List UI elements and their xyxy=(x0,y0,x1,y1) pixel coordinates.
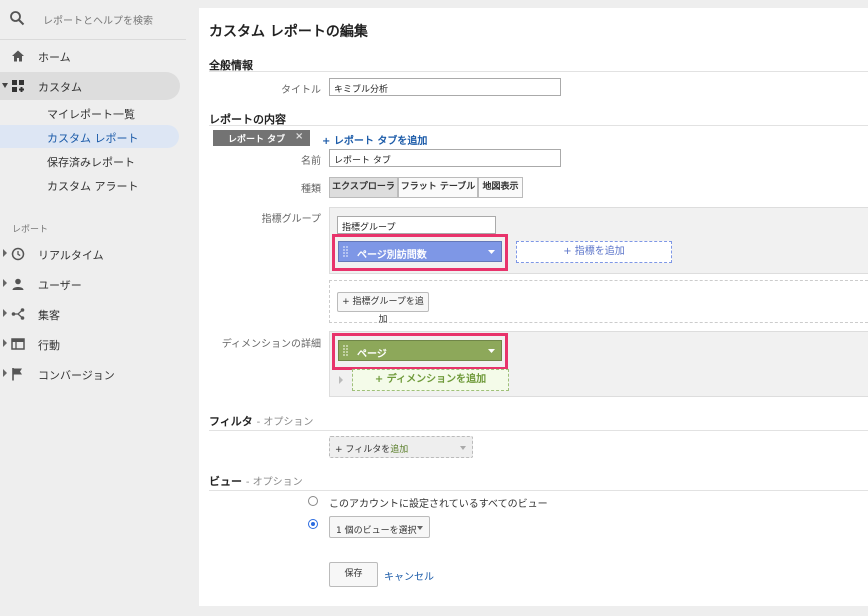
type-label: 種類 xyxy=(301,184,321,195)
type-explorer-button[interactable]: エクスプローラ xyxy=(329,177,398,198)
title-label: タイトル xyxy=(281,85,321,96)
filter-optional-note: - オプション xyxy=(256,417,314,428)
view-select-label: 1 個のビューを選択 xyxy=(336,526,417,536)
collapsed-arrow-icon xyxy=(3,249,7,257)
collapsed-arrow-icon xyxy=(3,309,7,317)
nav-acquisition[interactable]: 集客 xyxy=(0,300,180,328)
chevron-down-icon xyxy=(488,349,495,353)
main-panel: カスタム レポートの編集 全般情報 タイトル キミブル分析 レポートの内容 レポ… xyxy=(199,8,868,606)
nav-home-label: ホーム xyxy=(38,51,71,64)
metric-pill-label: ページ別訪問数 xyxy=(357,250,427,261)
search-placeholder: レポートとヘルプを検索 xyxy=(43,16,153,27)
nested-arrow-icon xyxy=(339,376,343,384)
add-filter-label: + フィルタを追加 xyxy=(335,442,408,455)
name-label: 名前 xyxy=(301,156,321,167)
nav-behavior-label: 行動 xyxy=(38,339,60,352)
dimension-label: ディメンションの詳細 xyxy=(221,339,321,350)
view-heading-label: ビュー xyxy=(209,475,242,488)
nav-realtime[interactable]: リアルタイム xyxy=(0,240,180,268)
chevron-down-icon xyxy=(488,250,495,254)
sub-item-label: マイレポート一覧 xyxy=(47,108,135,121)
page-title: カスタム レポートの編集 xyxy=(209,24,368,40)
title-input[interactable]: キミブル分析 xyxy=(329,78,561,96)
dashboard-grid-icon xyxy=(12,80,24,92)
save-button[interactable]: 保存 xyxy=(329,562,378,587)
view-optional-note: - オプション xyxy=(245,477,303,488)
acquisition-icon xyxy=(11,308,25,320)
nav-custom[interactable]: カスタム xyxy=(0,72,180,100)
divider xyxy=(209,71,868,72)
add-dimension-button[interactable]: + ディメンションを追加 xyxy=(352,369,509,391)
dimension-pill[interactable]: ページ xyxy=(338,340,502,361)
nav-behavior[interactable]: 行動 xyxy=(0,330,180,358)
add-metric-group-button[interactable]: + 指標グループを追加 xyxy=(337,292,429,325)
view-select-dropdown[interactable]: 1 個のビューを選択 xyxy=(329,516,430,538)
collapsed-arrow-icon xyxy=(3,339,7,347)
view-heading: ビュー - オプション xyxy=(209,473,303,489)
clock-icon xyxy=(11,247,25,261)
home-icon xyxy=(12,50,24,62)
dimension-panel: ページ + ディメンションを追加 xyxy=(329,331,868,397)
close-icon[interactable]: × xyxy=(295,131,303,142)
drag-handle-icon[interactable] xyxy=(343,246,348,257)
report-tab-label: レポート タブ xyxy=(228,135,286,145)
nav-conversions-label: コンバージョン xyxy=(38,369,115,382)
filter-heading: フィルタ - オプション xyxy=(209,413,313,429)
metric-pill[interactable]: ページ別訪問数 xyxy=(338,241,502,262)
person-icon xyxy=(12,278,24,290)
search-bar[interactable]: レポートとヘルプを検索 xyxy=(0,0,186,40)
reports-section-title: レポート xyxy=(12,225,49,235)
nav-conversions[interactable]: コンバージョン xyxy=(0,360,180,388)
nav-home[interactable]: ホーム xyxy=(0,42,180,70)
sub-item-custom-alerts[interactable]: カスタム アラート xyxy=(0,173,179,196)
add-filter-suffix: 追加 xyxy=(390,445,409,455)
divider xyxy=(209,125,868,126)
nav-users-label: ユーザー xyxy=(38,279,82,292)
metric-group-panel: 指標グループ ページ別訪問数 + 指標を追加 xyxy=(329,207,868,274)
nav-custom-label: カスタム xyxy=(38,81,82,94)
collapsed-arrow-icon xyxy=(3,369,7,377)
filter-heading-label: フィルタ xyxy=(209,415,253,428)
nav-users[interactable]: ユーザー xyxy=(0,270,180,298)
sub-item-saved-reports[interactable]: 保存済みレポート xyxy=(0,149,179,172)
sub-item-label: カスタム レポート xyxy=(47,132,139,145)
collapsed-arrow-icon xyxy=(3,279,7,287)
nav-acquisition-label: 集客 xyxy=(38,309,60,322)
chevron-down-icon xyxy=(460,446,466,450)
sub-item-label: 保存済みレポート xyxy=(47,156,135,169)
radio-all-views-label: このアカウントに設定されているすべてのビュー xyxy=(329,499,548,510)
chevron-down-icon xyxy=(417,526,423,530)
add-report-tab-link[interactable]: + レポート タブを追加 xyxy=(322,132,427,147)
sub-item-label: カスタム アラート xyxy=(47,180,139,193)
divider xyxy=(209,490,868,491)
radio-select-views[interactable] xyxy=(308,519,318,529)
nav-realtime-label: リアルタイム xyxy=(38,249,104,262)
radio-all-views[interactable] xyxy=(308,496,318,506)
window-icon xyxy=(11,338,25,350)
metric-group-name-input[interactable]: 指標グループ xyxy=(337,216,496,234)
metric-group-label: 指標グループ xyxy=(261,214,321,225)
expanded-arrow-icon xyxy=(2,83,8,88)
type-flat-table-button[interactable]: フラット テーブル xyxy=(398,177,478,198)
drag-handle-icon[interactable] xyxy=(343,345,348,356)
cancel-link[interactable]: キャンセル xyxy=(384,568,434,583)
type-map-overlay-button[interactable]: 地図表示 xyxy=(478,177,523,198)
add-metric-group-area: + 指標グループを追加 xyxy=(329,280,868,325)
sub-item-my-reports[interactable]: マイレポート一覧 xyxy=(0,101,179,124)
add-filter-button[interactable]: + フィルタを追加 xyxy=(329,436,473,458)
sidebar: レポートとヘルプを検索 ホーム カスタム マイレポート一覧 カスタム レポート … xyxy=(0,0,192,616)
flag-icon xyxy=(12,368,22,381)
sub-item-custom-reports[interactable]: カスタム レポート xyxy=(0,125,179,148)
add-filter-prefix: + フィルタを xyxy=(335,445,391,455)
report-tab-chip[interactable]: レポート タブ × xyxy=(213,130,310,146)
add-metric-button[interactable]: + 指標を追加 xyxy=(516,241,672,263)
search-icon xyxy=(10,11,25,26)
divider xyxy=(209,430,868,431)
dimension-pill-label: ページ xyxy=(357,349,387,360)
name-input[interactable]: レポート タブ xyxy=(329,149,561,167)
